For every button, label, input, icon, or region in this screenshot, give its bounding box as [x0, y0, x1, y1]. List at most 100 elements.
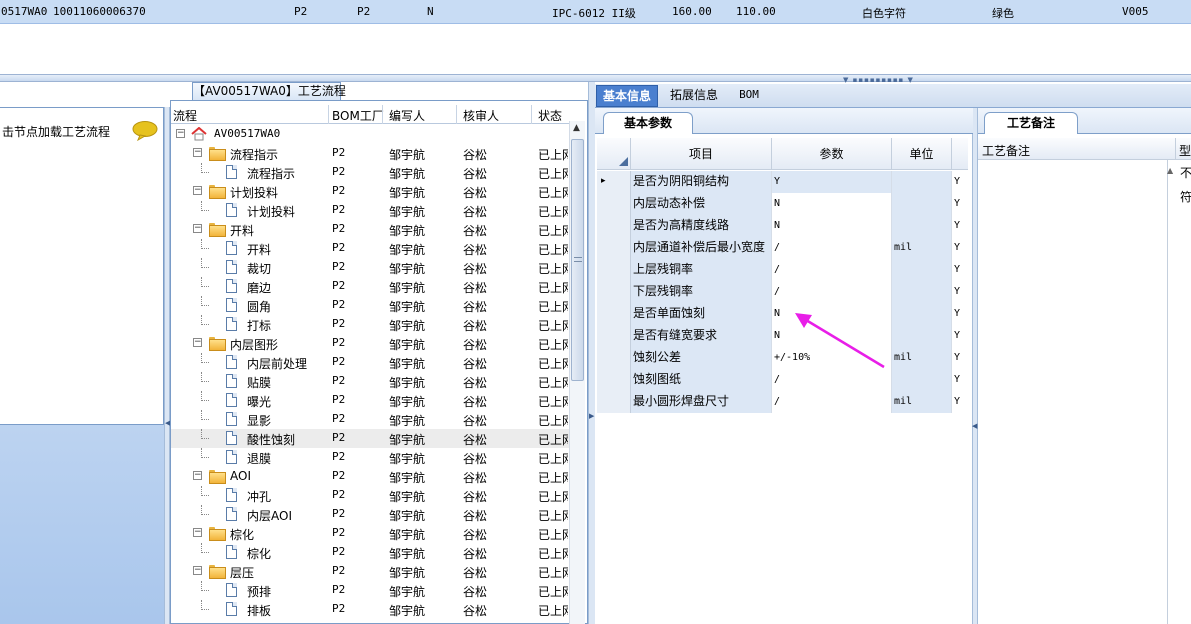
row-header[interactable]: ▸ [597, 171, 631, 193]
header-param[interactable]: 参数 [772, 138, 892, 170]
tree-collapse-icon[interactable]: − [193, 566, 202, 575]
tree-collapse-icon[interactable]: − [193, 186, 202, 195]
param-row[interactable]: 是否为高精度线路 N Y [597, 215, 968, 237]
param-flag-cell[interactable]: Y [952, 303, 968, 325]
tab-basic-info[interactable]: 基本信息 [596, 85, 658, 107]
tree-row[interactable]: − AOI P2 邹宇航 谷松 已上网 [171, 467, 569, 486]
header-process-notes[interactable]: 工艺备注 [982, 142, 1030, 159]
process-notes-body[interactable] [978, 160, 1168, 624]
tree-row[interactable]: 裁切 P2 邹宇航 谷松 已上网 [171, 258, 569, 277]
tree-row[interactable]: − AV00517WA0 [171, 125, 569, 144]
document-icon [226, 165, 237, 179]
param-flag-cell[interactable]: Y [952, 391, 968, 413]
tree-row[interactable]: − 层压 P2 邹宇航 谷松 已上网 [171, 562, 569, 581]
param-flag-cell[interactable]: Y [952, 369, 968, 391]
param-row[interactable]: 是否单面蚀刻 N Y [597, 303, 968, 325]
tree-row[interactable]: − 内层图形 P2 邹宇航 谷松 已上网 [171, 334, 569, 353]
param-row[interactable]: 蚀刻图纸 / Y [597, 369, 968, 391]
tree-row[interactable]: 开料 P2 邹宇航 谷松 已上网 [171, 239, 569, 258]
row-header[interactable] [597, 325, 631, 347]
param-row[interactable]: 最小圆形焊盘尺寸 / mil Y [597, 391, 968, 413]
tree-row[interactable]: 流程指示 P2 邹宇航 谷松 已上网 [171, 163, 569, 182]
param-flag-cell[interactable]: Y [952, 347, 968, 369]
param-row[interactable]: 下层残铜率 / Y [597, 281, 968, 303]
tree-collapse-icon[interactable]: − [176, 129, 185, 138]
tree-row[interactable]: 打标 P2 邹宇航 谷松 已上网 [171, 315, 569, 334]
row-header[interactable] [597, 281, 631, 303]
param-row[interactable]: 蚀刻公差 +/-10% mil Y [597, 347, 968, 369]
row-header[interactable] [597, 347, 631, 369]
param-flag-cell[interactable]: Y [952, 259, 968, 281]
param-flag-cell[interactable]: Y [952, 281, 968, 303]
param-flag-cell[interactable]: Y [952, 215, 968, 237]
tree-row[interactable]: 内层前处理 P2 邹宇航 谷松 已上网 [171, 353, 569, 372]
tree-row[interactable]: 棕化 P2 邹宇航 谷松 已上网 [171, 543, 569, 562]
process-tree-scrollbar[interactable]: ▲ [569, 121, 585, 624]
tree-row[interactable]: − 棕化 P2 邹宇航 谷松 已上网 [171, 524, 569, 543]
header-unit[interactable]: 单位 [892, 138, 952, 170]
row-header[interactable] [597, 193, 631, 215]
header-type[interactable]: 型 [1179, 142, 1191, 159]
row-header[interactable] [597, 215, 631, 237]
header-author[interactable]: 编写人 [389, 107, 425, 124]
tree-collapse-icon[interactable]: − [193, 224, 202, 233]
header-bom-factory[interactable]: BOM工厂 [332, 107, 384, 124]
row-header[interactable] [597, 259, 631, 281]
param-flag-cell[interactable]: Y [952, 237, 968, 259]
tree-collapse-icon[interactable]: − [193, 528, 202, 537]
header-reviewer[interactable]: 核审人 [463, 107, 499, 124]
tree-row[interactable]: 排板 P2 邹宇航 谷松 已上网 [171, 600, 569, 619]
middle-vertical-splitter[interactable]: ▶ [588, 82, 595, 624]
tree-row[interactable]: 酸性蚀刻 P2 邹宇航 谷松 已上网 [171, 429, 569, 448]
header-process[interactable]: 流程 [173, 107, 197, 124]
row-header[interactable] [597, 391, 631, 413]
param-value-cell[interactable]: N [772, 193, 892, 215]
param-value-cell[interactable]: / [772, 237, 892, 259]
row-header[interactable] [597, 237, 631, 259]
param-value-cell[interactable]: Y [772, 171, 892, 193]
tree-row[interactable]: 冲孔 P2 邹宇航 谷松 已上网 [171, 486, 569, 505]
tree-row[interactable]: − 流程指示 P2 邹宇航 谷松 已上网 [171, 144, 569, 163]
header-status[interactable]: 状态 [538, 107, 562, 124]
param-flag-cell[interactable]: Y [952, 193, 968, 215]
tree-row[interactable]: 显影 P2 邹宇航 谷松 已上网 [171, 410, 569, 429]
tree-row[interactable]: − 开料 P2 邹宇航 谷松 已上网 [171, 220, 569, 239]
horizontal-splitter[interactable]: ▼ ▪▪▪▪▪▪▪▪▪ ▼ [0, 74, 1191, 84]
param-row[interactable]: 内层动态补偿 N Y [597, 193, 968, 215]
header-item[interactable]: 项目 [631, 138, 772, 170]
param-row[interactable]: 是否有缝宽要求 N Y [597, 325, 968, 347]
header-flag[interactable] [952, 138, 968, 170]
param-value-cell[interactable]: / [772, 391, 892, 413]
param-value-cell[interactable]: N [772, 215, 892, 237]
param-row[interactable]: 内层通道补偿后最小宽度 / mil Y [597, 237, 968, 259]
param-row[interactable]: 上层残铜率 / Y [597, 259, 968, 281]
row-header[interactable] [597, 303, 631, 325]
param-value-cell[interactable]: / [772, 281, 892, 303]
scrollbar-thumb[interactable] [571, 139, 584, 381]
scroll-up-icon[interactable]: ▲ [1167, 166, 1173, 175]
tree-row[interactable]: − 计划投料 P2 邹宇航 谷松 已上网 [171, 182, 569, 201]
row-header[interactable] [597, 369, 631, 391]
tree-row[interactable]: 内层AOI P2 邹宇航 谷松 已上网 [171, 505, 569, 524]
tab-basic-params[interactable]: 基本参数 [603, 112, 693, 134]
tree-row[interactable]: 预排 P2 邹宇航 谷松 已上网 [171, 581, 569, 600]
process-notes-scrollbar[interactable]: ▲ [1167, 160, 1176, 624]
param-value-cell[interactable]: / [772, 259, 892, 281]
tree-collapse-icon[interactable]: − [193, 471, 202, 480]
tree-collapse-icon[interactable]: − [193, 148, 202, 157]
tree-row[interactable]: 计划投料 P2 邹宇航 谷松 已上网 [171, 201, 569, 220]
tree-row[interactable]: 曝光 P2 邹宇航 谷松 已上网 [171, 391, 569, 410]
param-flag-cell[interactable]: Y [952, 171, 968, 193]
param-row[interactable]: ▸ 是否为阴阳铜结构 Y Y [597, 171, 968, 193]
tree-row[interactable]: 退膜 P2 邹宇航 谷松 已上网 [171, 448, 569, 467]
tree-row[interactable]: 圆角 P2 邹宇航 谷松 已上网 [171, 296, 569, 315]
scroll-up-icon[interactable]: ▲ [573, 123, 580, 133]
top-grid-selected-row[interactable]: 0517WA0 10011060006370 P2 P2 N IPC-6012 … [0, 0, 1191, 24]
tree-row[interactable]: 贴膜 P2 邹宇航 谷松 已上网 [171, 372, 569, 391]
tab-bom[interactable]: BOM [731, 85, 767, 107]
tree-collapse-icon[interactable]: − [193, 338, 202, 347]
tree-row[interactable]: 磨边 P2 邹宇航 谷松 已上网 [171, 277, 569, 296]
param-flag-cell[interactable]: Y [952, 325, 968, 347]
tab-extended-info[interactable]: 拓展信息 [663, 85, 725, 107]
tab-process-notes[interactable]: 工艺备注 [984, 112, 1078, 134]
